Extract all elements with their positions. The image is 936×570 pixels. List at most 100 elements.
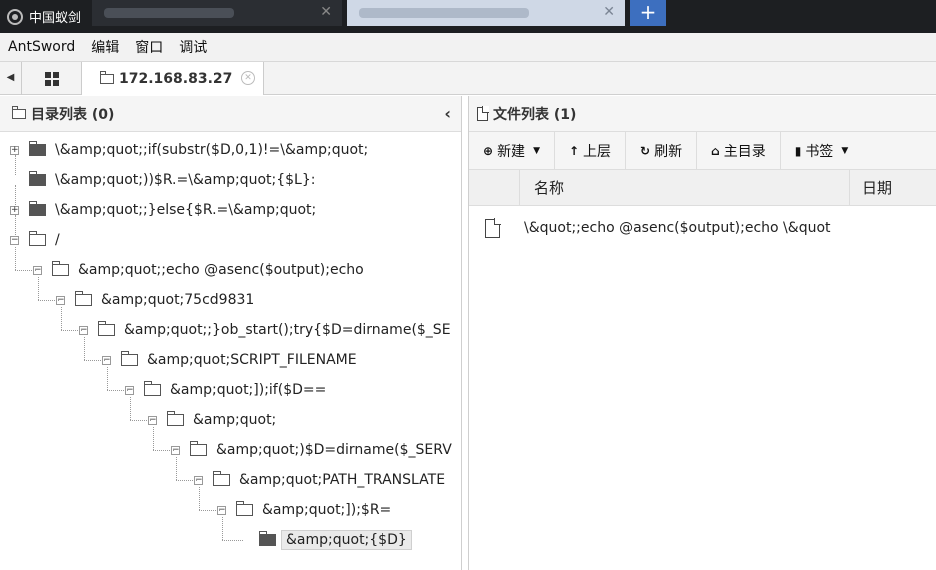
tree-connector: [199, 510, 220, 511]
tree-node[interactable]: + \&amp;quot;;if(substr($D,0,1)!=\&amp;qu…: [10, 136, 368, 164]
home-dir-button[interactable]: ⌂ 主目录: [697, 131, 781, 170]
expand-icon[interactable]: +: [10, 145, 19, 155]
folder-open-icon: [236, 501, 253, 516]
refresh-label: 刷新: [654, 143, 683, 160]
caret-down-icon: ▼: [841, 145, 849, 156]
expand-icon[interactable]: +: [10, 205, 19, 215]
tab-scroll-left-icon[interactable]: ◀: [0, 62, 22, 95]
tree-node[interactable]: − &amp;quot;;}ob_start();try{$D=dirname($…: [79, 316, 451, 344]
file-panel-title: 文件列表 (1): [493, 106, 577, 123]
antsword-logo-icon: [7, 8, 23, 25]
tree-connector: [38, 300, 59, 301]
tree-node-label: &amp;quot;;}ob_start();try{$D=dirname($_…: [124, 322, 451, 338]
directory-panel-title: 目录列表 (0): [31, 106, 115, 123]
tree-connector: [61, 307, 62, 330]
home-tab[interactable]: [22, 62, 82, 95]
folder-closed-icon: [259, 531, 276, 546]
folder-open-icon: [75, 291, 92, 306]
collapse-panel-icon[interactable]: ‹: [444, 104, 451, 123]
tree-node[interactable]: + \&amp;quot;;}else{$R.=\&amp;quot;: [10, 196, 316, 224]
close-icon[interactable]: ✕: [603, 4, 615, 20]
tree-connector: [222, 540, 243, 541]
tree-node[interactable]: − &amp;quot;75cd9831: [56, 286, 254, 314]
up-level-label: 上层: [583, 143, 612, 160]
caret-down-icon: ▼: [533, 145, 540, 156]
menu-debug[interactable]: 调试: [179, 37, 207, 57]
tree-node-label: \&amp;quot;;}else{$R.=\&amp;quot;: [55, 202, 317, 218]
tab-label: 172.168.83.27: [119, 70, 233, 87]
tree-node[interactable]: − &amp;quot;]);$R=: [217, 496, 391, 524]
tree-connector: [130, 420, 151, 421]
tree-connector: [130, 397, 131, 420]
tab-close-icon[interactable]: ✕: [241, 71, 255, 85]
tree-node[interactable]: − &amp;quot;SCRIPT_FILENAME: [102, 346, 357, 374]
menu-antsword[interactable]: AntSword: [8, 39, 75, 55]
tree-node[interactable]: &amp;quot;{$D}: [240, 526, 412, 554]
file-panel: 文件列表 (1) ⊕ 新建 ▼ ↑ 上层 ↻ 刷新 ⌂ 主目录 ▮ 书签 ▼ 名…: [468, 96, 936, 570]
tree-connector: [61, 330, 82, 331]
browser-tab-1[interactable]: ✕: [92, 0, 342, 26]
folder-open-icon: [29, 231, 46, 246]
tree-node-label: &amp;quot;;echo @asenc($output);echo: [78, 262, 364, 278]
bookmark-icon: ▮: [794, 143, 802, 158]
tree-node-label: &amp;quot;]);$R=: [262, 502, 392, 518]
home-icon: ⌂: [711, 143, 720, 158]
file-name: \&quot;;echo @asenc($output);echo \&quot: [524, 220, 831, 236]
new-button[interactable]: ⊕ 新建 ▼: [469, 131, 555, 170]
tree-connector: [153, 450, 174, 451]
tree-node[interactable]: − &amp;quot;: [148, 406, 276, 434]
tree-node[interactable]: − /: [10, 226, 60, 254]
collapse-icon[interactable]: −: [10, 235, 19, 245]
folder-icon: [100, 70, 114, 84]
tree-connector: [199, 487, 200, 510]
refresh-button[interactable]: ↻ 刷新: [626, 131, 698, 170]
file-row[interactable]: \&quot;;echo @asenc($output);echo \&quot: [469, 206, 936, 250]
tree-connector: [15, 270, 36, 271]
tree-connector: [84, 360, 105, 361]
plus-circle-icon: ⊕: [483, 143, 494, 158]
tree-connector: [84, 337, 85, 360]
tree-node-label: \&amp;quot;))$R.=\&amp;quot;{$L}:: [55, 172, 316, 188]
column-date[interactable]: 日期: [849, 170, 936, 206]
folder-open-icon: [144, 381, 161, 396]
tree-node[interactable]: − &amp;quot;;echo @asenc($output);echo: [33, 256, 364, 284]
bookmark-label: 书签: [805, 143, 834, 160]
new-button-label: 新建: [497, 143, 526, 160]
browser-tab-2[interactable]: ✕: [347, 0, 625, 26]
tree-connector: [176, 457, 177, 480]
tab-shell-session[interactable]: 172.168.83.27 ✕: [82, 62, 264, 95]
tree-node[interactable]: − &amp;quot;PATH_TRANSLATE: [194, 466, 445, 494]
file-panel-header: 文件列表 (1): [469, 96, 936, 132]
tree-node-label: &amp;quot;{$D}: [281, 530, 412, 550]
tree-connector: [153, 427, 154, 450]
menubar: AntSword 编辑 窗口 调试: [0, 33, 936, 61]
tree-node[interactable]: − &amp;quot;)$D=dirname($_SERV: [171, 436, 452, 464]
blurred-tab-title: [359, 8, 529, 18]
tab-strip: ◀ 172.168.83.27 ✕: [0, 61, 936, 95]
close-icon[interactable]: ✕: [320, 4, 332, 20]
tree-node-label: \&amp;quot;;if(substr($D,0,1)!=\&amp;quo…: [55, 142, 369, 158]
tree-node-label: /: [55, 232, 60, 248]
bookmark-button[interactable]: ▮ 书签 ▼: [781, 132, 863, 170]
tree-node[interactable]: − &amp;quot;]);if($D==: [125, 376, 326, 404]
up-level-button[interactable]: ↑ 上层: [555, 131, 627, 170]
menu-window[interactable]: 窗口: [135, 37, 163, 57]
folder-open-icon: [213, 471, 230, 486]
home-dir-label: 主目录: [723, 143, 766, 160]
file-icon: [485, 217, 501, 238]
column-icon: [469, 170, 519, 206]
column-name[interactable]: 名称: [519, 170, 849, 206]
folder-open-icon: [121, 351, 138, 366]
app-title-text: 中国蚁剑: [29, 11, 82, 26]
tree-connector: [15, 247, 16, 270]
directory-tree: + \&amp;quot;;if(substr($D,0,1)!=\&amp;qu…: [0, 132, 461, 570]
directory-panel-header: 目录列表 (0) ‹: [0, 96, 461, 132]
grid-icon: [44, 71, 59, 86]
tree-node-label: &amp;quot;75cd9831: [101, 292, 255, 308]
new-tab-button[interactable]: +: [630, 0, 666, 26]
tree-connector: [176, 480, 197, 481]
folder-closed-icon: [29, 171, 46, 186]
menu-edit[interactable]: 编辑: [91, 37, 119, 57]
tree-node[interactable]: \&amp;quot;))$R.=\&amp;quot;{$L}:: [10, 166, 315, 194]
tree-connector: [107, 390, 128, 391]
